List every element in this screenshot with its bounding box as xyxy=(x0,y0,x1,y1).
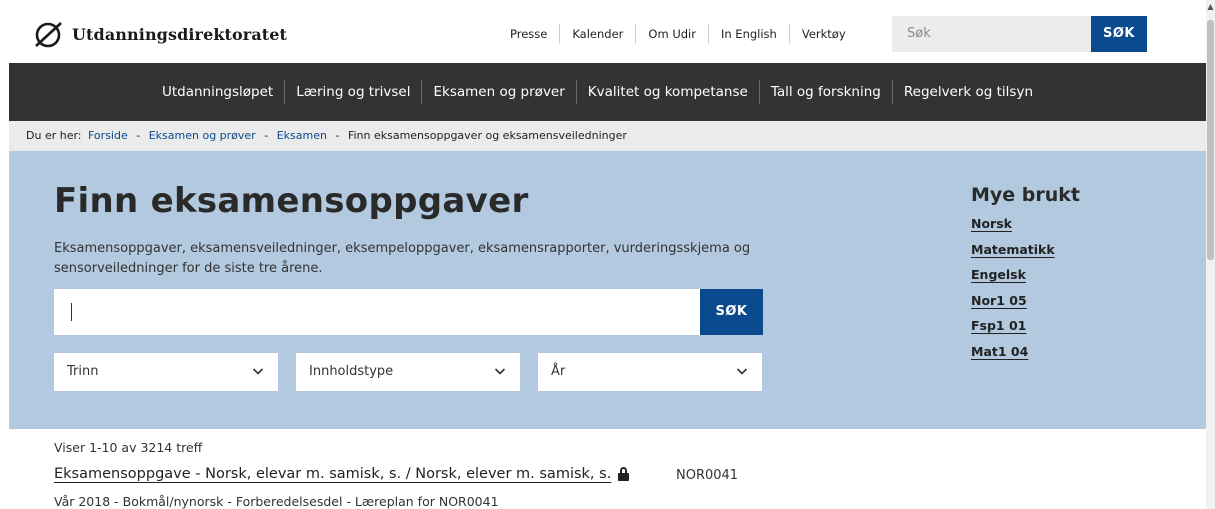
breadcrumb-separator: - xyxy=(264,129,269,142)
breadcrumb-current: Finn eksamensoppgaver og eksamensveiledn… xyxy=(347,129,627,142)
popular-link-engelsk[interactable]: Engelsk xyxy=(971,262,1080,288)
udir-logo-icon xyxy=(35,22,62,48)
popular-links: Mye brukt Norsk Matematikk Engelsk Nor1 … xyxy=(971,184,1080,364)
page-title: Finn eksamensoppgaver xyxy=(54,181,529,221)
popular-link-nor1-05[interactable]: Nor1 05 xyxy=(971,288,1080,314)
exam-search: SØK xyxy=(54,289,763,335)
result-meta: Vår 2018 - Bokmål/nynorsk - Forberedelse… xyxy=(54,494,499,509)
utility-nav: Presse Kalender Om Udir In English Verkt… xyxy=(498,24,858,44)
utility-link-om-udir[interactable]: Om Udir xyxy=(635,24,708,44)
popular-link-fsp1-01[interactable]: Fsp1 01 xyxy=(971,313,1080,339)
header-search: Søk SØK xyxy=(892,16,1147,52)
breadcrumb-separator: - xyxy=(335,129,340,142)
scrollbar-thumb[interactable] xyxy=(1207,20,1214,260)
popular-link-norsk[interactable]: Norsk xyxy=(971,211,1080,237)
breadcrumb-prefix: Du er her: xyxy=(26,129,82,142)
hero-description: Eksamensoppgaver, eksamensveiledninger, … xyxy=(54,241,751,276)
filter-trinn-select[interactable]: Trinn xyxy=(54,353,278,391)
chevron-down-icon xyxy=(252,353,264,406)
lock-icon xyxy=(618,467,630,481)
utility-link-kalender[interactable]: Kalender xyxy=(559,24,635,44)
main-nav-utdanningslopet[interactable]: Utdanningsløpet xyxy=(151,80,284,104)
breadcrumb-link-eksamen-og-prover[interactable]: Eksamen og prøver xyxy=(149,129,256,142)
chevron-down-icon xyxy=(736,353,748,406)
filter-ar-select[interactable]: År xyxy=(538,353,762,391)
popular-link-mat1-04[interactable]: Mat1 04 xyxy=(971,339,1080,365)
main-nav-laering-og-trivsel[interactable]: Læring og trivsel xyxy=(284,80,421,104)
result-code: NOR0041 xyxy=(676,468,739,483)
header-search-input[interactable]: Søk xyxy=(892,16,1091,52)
header-search-button[interactable]: SØK xyxy=(1091,16,1147,52)
breadcrumb-link-eksamen[interactable]: Eksamen xyxy=(277,129,327,142)
main-nav-kvalitet-og-kompetanse[interactable]: Kvalitet og kompetanse xyxy=(575,80,759,104)
result-title-text: Eksamensoppgave - Norsk, elevar m. samis… xyxy=(54,466,612,482)
breadcrumb: Du er her: Forside - Eksamen og prøver -… xyxy=(9,121,1206,151)
chevron-down-icon xyxy=(494,353,506,406)
breadcrumb-link-forside[interactable]: Forside xyxy=(88,129,128,142)
result-count: Viser 1-10 av 3214 treff xyxy=(54,440,203,455)
search-hero: Finn eksamensoppgaver Eksamensoppgaver, … xyxy=(9,151,1206,429)
main-nav-regelverk-og-tilsyn[interactable]: Regelverk og tilsyn xyxy=(891,80,1044,104)
top-header: Utdanningsdirektoratet Presse Kalender O… xyxy=(0,0,1206,63)
utility-link-verktoy[interactable]: Verktøy xyxy=(788,24,858,44)
site-logo[interactable]: Utdanningsdirektoratet xyxy=(34,19,287,49)
filter-innholdstype-select[interactable]: Innholdstype xyxy=(296,353,520,391)
main-nav: Utdanningsløpet Læring og trivsel Eksame… xyxy=(9,63,1206,121)
popular-title: Mye brukt xyxy=(971,184,1081,206)
exam-search-button[interactable]: SØK xyxy=(700,289,763,335)
main-nav-eksamen-og-prover[interactable]: Eksamen og prøver xyxy=(421,80,575,104)
result-title-link[interactable]: Eksamensoppgave - Norsk, elevar m. samis… xyxy=(54,466,630,482)
main-nav-tall-og-forskning[interactable]: Tall og forskning xyxy=(758,80,892,104)
breadcrumb-separator: - xyxy=(136,129,141,142)
filter-innholdstype-label: Innholdstype xyxy=(309,364,394,379)
page-scrollbar[interactable]: ▲ xyxy=(1206,0,1215,509)
filter-ar-label: År xyxy=(551,364,566,379)
scroll-up-icon[interactable]: ▲ xyxy=(1206,2,1215,12)
text-cursor xyxy=(71,303,72,321)
logo-text: Utdanningsdirektoratet xyxy=(72,24,288,44)
utility-link-presse[interactable]: Presse xyxy=(498,24,559,44)
utility-link-in-english[interactable]: In English xyxy=(707,24,789,44)
popular-link-matematikk[interactable]: Matematikk xyxy=(971,237,1080,263)
filter-trinn-label: Trinn xyxy=(67,364,99,379)
exam-search-input[interactable] xyxy=(54,289,700,335)
